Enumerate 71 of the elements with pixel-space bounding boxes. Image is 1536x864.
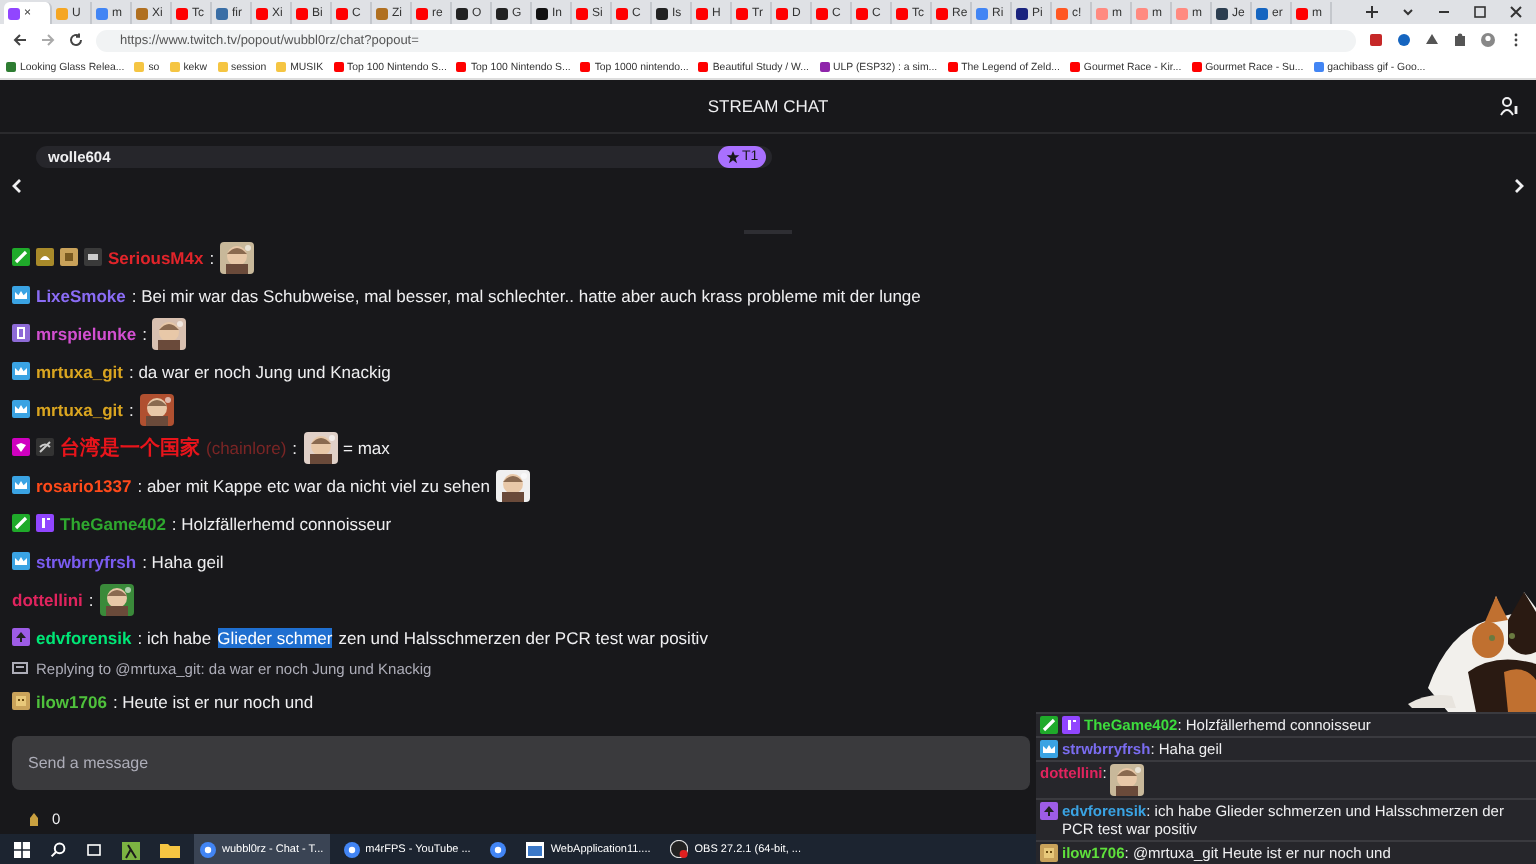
username[interactable]: 台湾是一个国家 [60, 433, 200, 461]
chevron-left-icon[interactable] [10, 178, 22, 194]
badge-icon [12, 286, 30, 304]
badge-icon [12, 552, 30, 570]
username[interactable]: rosario1337 [36, 475, 132, 495]
points-icon[interactable] [28, 812, 40, 826]
badge-icon [12, 362, 30, 380]
badge-icon [12, 514, 30, 532]
badge-icon [12, 248, 30, 266]
record-app-icon[interactable] [670, 840, 689, 858]
username[interactable]: strwbrryfrsh [36, 551, 137, 571]
message-text: = max [343, 437, 390, 457]
message-text: zen und Halsschmerzen der PCR test war positiv [338, 627, 708, 647]
back-icon[interactable] [12, 32, 28, 48]
selected-text: Glieder schmer [217, 627, 333, 647]
message-text: : Holzfällerhemd connoisseur [171, 513, 392, 533]
badge-icon [36, 248, 54, 266]
badge-icon [12, 476, 30, 494]
message-text: : da war er noch Jung und Knackig [128, 361, 391, 381]
search-icon[interactable] [50, 842, 66, 858]
close-icon[interactable] [1508, 4, 1524, 20]
badge-icon [1040, 740, 1058, 758]
username[interactable]: LixeSmoke [36, 285, 126, 305]
chrome-icon[interactable] [343, 841, 360, 857]
username[interactable]: mrtuxa_git [36, 361, 123, 381]
badge-icon [1040, 844, 1058, 862]
username[interactable]: mrtuxa_git [36, 399, 123, 419]
badge-icon [1040, 716, 1058, 734]
username[interactable]: ilow1706 [36, 691, 107, 711]
lambda-app-icon[interactable] [122, 841, 140, 859]
badge-icon [36, 514, 54, 532]
message-text: : [292, 437, 298, 457]
puzzle-icon[interactable] [1452, 32, 1468, 48]
badge-icon [12, 628, 30, 646]
message-text: : ich habe [137, 627, 212, 647]
message-text: : Bei mir war das Schubweise, mal besser, mal schlechter.. hatte aber auch krass probleme mit der lunge [131, 285, 921, 305]
badge-icon [1062, 716, 1080, 734]
users-icon[interactable] [1500, 96, 1520, 116]
badge-icon [12, 400, 30, 418]
new-tab-icon[interactable] [1364, 4, 1380, 20]
message-text: : [142, 323, 147, 343]
message-text: : [209, 247, 215, 267]
username[interactable]: mrspielunke [36, 323, 137, 343]
badge-icon [12, 438, 30, 456]
message-text: : Haha geil [142, 551, 224, 571]
username[interactable]: SeriousM4x [108, 247, 204, 267]
username[interactable]: dottellini [12, 589, 83, 609]
reload-icon[interactable] [68, 32, 84, 48]
chevron-down-icon[interactable] [1400, 4, 1416, 20]
folder-icon[interactable] [160, 842, 180, 858]
login-name: (chainlore) [206, 437, 287, 457]
restore-icon[interactable] [1472, 4, 1488, 20]
reply-icon [12, 662, 28, 676]
message-text: : aber mit Kappe etc war da nicht viel zu sehen [137, 475, 490, 495]
badge-icon [12, 692, 30, 710]
profile-icon[interactable] [1480, 32, 1496, 48]
window-app-icon[interactable] [526, 841, 545, 857]
username[interactable]: edvforensik [36, 627, 132, 647]
message-input[interactable]: Send a message [12, 736, 1030, 790]
message-text: : [88, 589, 94, 609]
chrome-icon[interactable] [200, 841, 216, 857]
start-icon[interactable] [14, 842, 30, 858]
chevron-right-icon[interactable] [1514, 178, 1526, 194]
message-text: : Heute ist er nur noch und [112, 691, 314, 711]
chat-title: STREAM CHAT [707, 96, 829, 116]
task-view-icon[interactable] [86, 842, 102, 858]
username[interactable]: TheGame402 [60, 513, 166, 533]
chrome-icon[interactable] [490, 842, 507, 858]
badge-icon [12, 324, 30, 342]
badge-icon [36, 438, 54, 456]
message-text: : [128, 399, 134, 419]
